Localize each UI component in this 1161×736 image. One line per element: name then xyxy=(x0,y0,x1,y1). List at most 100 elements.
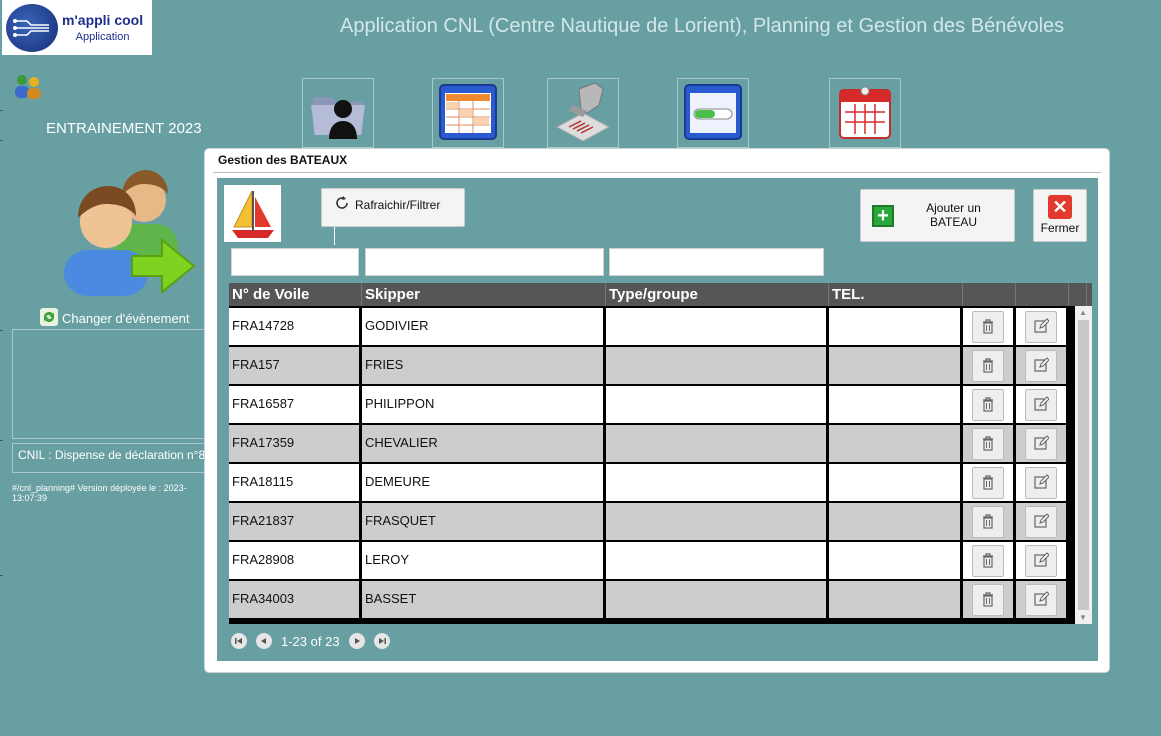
column-header-type[interactable]: Type/groupe xyxy=(606,283,829,306)
trash-icon xyxy=(980,513,996,532)
cell-skipper: PHILIPPON xyxy=(362,386,603,423)
refresh-filter-button[interactable]: Rafraichir/Filtrer xyxy=(321,188,465,227)
cell-delete xyxy=(963,503,1013,540)
column-header-voile[interactable]: N° de Voile xyxy=(229,283,362,306)
nav-users-folder[interactable] xyxy=(302,78,374,148)
delete-row-button[interactable] xyxy=(972,428,1004,460)
last-page-icon[interactable] xyxy=(373,633,390,649)
edit-row-button[interactable] xyxy=(1025,311,1057,343)
table-row[interactable]: FRA34003 BASSET xyxy=(229,579,1092,618)
edit-row-button[interactable] xyxy=(1025,389,1057,421)
cell-skipper: LEROY xyxy=(362,542,603,579)
progress-window-icon xyxy=(682,81,744,146)
cell-tel xyxy=(829,347,960,384)
folder-user-icon xyxy=(307,81,369,146)
table-row[interactable]: FRA28908 LEROY xyxy=(229,540,1092,579)
prev-page-icon[interactable] xyxy=(256,633,272,649)
filter-voile-input[interactable] xyxy=(231,248,359,276)
cell-skipper: GODIVIER xyxy=(362,308,603,345)
filter-type-input[interactable] xyxy=(609,248,824,276)
next-page-icon[interactable] xyxy=(348,633,365,649)
scroll-up-icon[interactable]: ▲ xyxy=(1079,308,1087,317)
delete-row-button[interactable] xyxy=(972,311,1004,343)
refresh-icon xyxy=(334,195,350,214)
cell-edit xyxy=(1016,386,1066,423)
edit-row-button[interactable] xyxy=(1025,467,1057,499)
column-header-edit xyxy=(1016,283,1069,306)
table-row[interactable]: FRA21837 FRASQUET xyxy=(229,501,1092,540)
cell-delete xyxy=(963,425,1013,462)
dialog-title: Gestion des BATEAUX xyxy=(218,153,348,167)
scroll-down-icon[interactable]: ▼ xyxy=(1079,613,1087,622)
cell-tel xyxy=(829,542,960,579)
cell-voile: FRA21837 xyxy=(229,503,359,540)
cell-type xyxy=(606,503,826,540)
scrollbar-thumb[interactable] xyxy=(1078,320,1089,610)
logo-title: m'appli cool xyxy=(62,12,144,28)
cell-type xyxy=(606,425,826,462)
cnil-notice: CNIL : Dispense de déclaration n°8 xyxy=(12,443,212,473)
nav-progress[interactable] xyxy=(677,78,749,148)
close-button[interactable]: ✕ Fermer xyxy=(1033,189,1087,242)
delete-row-button[interactable] xyxy=(972,467,1004,499)
cell-edit xyxy=(1016,425,1066,462)
cell-delete xyxy=(963,386,1013,423)
nav-scanner[interactable] xyxy=(547,78,619,148)
cell-voile: FRA16587 xyxy=(229,386,359,423)
add-boat-button[interactable]: + Ajouter un BATEAU xyxy=(860,189,1015,242)
refresh-connector xyxy=(334,227,335,245)
calendar-icon xyxy=(835,82,895,145)
page-info: 1-23 of 23 xyxy=(281,633,340,649)
change-users-icon[interactable] xyxy=(62,168,197,303)
table-row[interactable]: FRA18115 DEMEURE xyxy=(229,462,1092,501)
plus-icon: + xyxy=(872,205,894,227)
delete-row-button[interactable] xyxy=(972,350,1004,382)
edge-mark xyxy=(0,110,3,111)
filter-skipper-input[interactable] xyxy=(365,248,604,276)
change-event-label: Changer d'évènement xyxy=(62,311,190,326)
edit-row-button[interactable] xyxy=(1025,545,1057,577)
trash-icon xyxy=(980,435,996,454)
nav-table[interactable] xyxy=(432,78,504,148)
refresh-filter-label: Rafraichir/Filtrer xyxy=(355,197,441,212)
trash-icon xyxy=(980,474,996,493)
table-row[interactable]: FRA16587 PHILIPPON xyxy=(229,384,1092,423)
delete-row-button[interactable] xyxy=(972,389,1004,421)
cell-tel xyxy=(829,581,960,618)
edit-row-button[interactable] xyxy=(1025,428,1057,460)
table-row[interactable]: FRA14728 GODIVIER xyxy=(229,306,1092,345)
version-line: #/cnl_planning# Version déployée le : 20… xyxy=(12,483,187,493)
nav-calendar[interactable] xyxy=(829,78,901,148)
delete-row-button[interactable] xyxy=(972,584,1004,616)
delete-row-button[interactable] xyxy=(972,506,1004,538)
users-small-icon[interactable] xyxy=(12,74,44,103)
first-page-icon[interactable] xyxy=(231,633,247,649)
cell-skipper: FRIES xyxy=(362,347,603,384)
edit-row-button[interactable] xyxy=(1025,506,1057,538)
cell-delete xyxy=(963,308,1013,345)
cell-delete xyxy=(963,347,1013,384)
cell-voile: FRA34003 xyxy=(229,581,359,618)
cell-voile: FRA17359 xyxy=(229,425,359,462)
cell-edit xyxy=(1016,542,1066,579)
edit-row-button[interactable] xyxy=(1025,584,1057,616)
change-event-link[interactable]: Changer d'évènement xyxy=(40,308,190,329)
cell-tel xyxy=(829,386,960,423)
table-window-icon xyxy=(437,81,499,146)
event-name: ENTRAINEMENT 2023 xyxy=(46,120,202,137)
cell-delete xyxy=(963,542,1013,579)
column-header-skipper[interactable]: Skipper xyxy=(362,283,606,306)
column-header-tel[interactable]: TEL. xyxy=(829,283,963,306)
table-body: FRA14728 GODIVIER FRA157 FRIES FRA16587 PHILI… xyxy=(229,306,1092,618)
edit-row-button[interactable] xyxy=(1025,350,1057,382)
table-row[interactable]: FRA17359 CHEVALIER xyxy=(229,423,1092,462)
delete-row-button[interactable] xyxy=(972,545,1004,577)
edge-mark xyxy=(0,330,3,331)
table-row[interactable]: FRA157 FRIES xyxy=(229,345,1092,384)
cell-voile: FRA14728 xyxy=(229,308,359,345)
edit-icon xyxy=(1033,551,1050,571)
table-scrollbar[interactable]: ▲ ▼ xyxy=(1075,306,1092,624)
boats-table: N° de Voile Skipper Type/groupe TEL. FRA… xyxy=(229,283,1092,624)
trash-icon xyxy=(980,357,996,376)
cell-edit xyxy=(1016,464,1066,501)
